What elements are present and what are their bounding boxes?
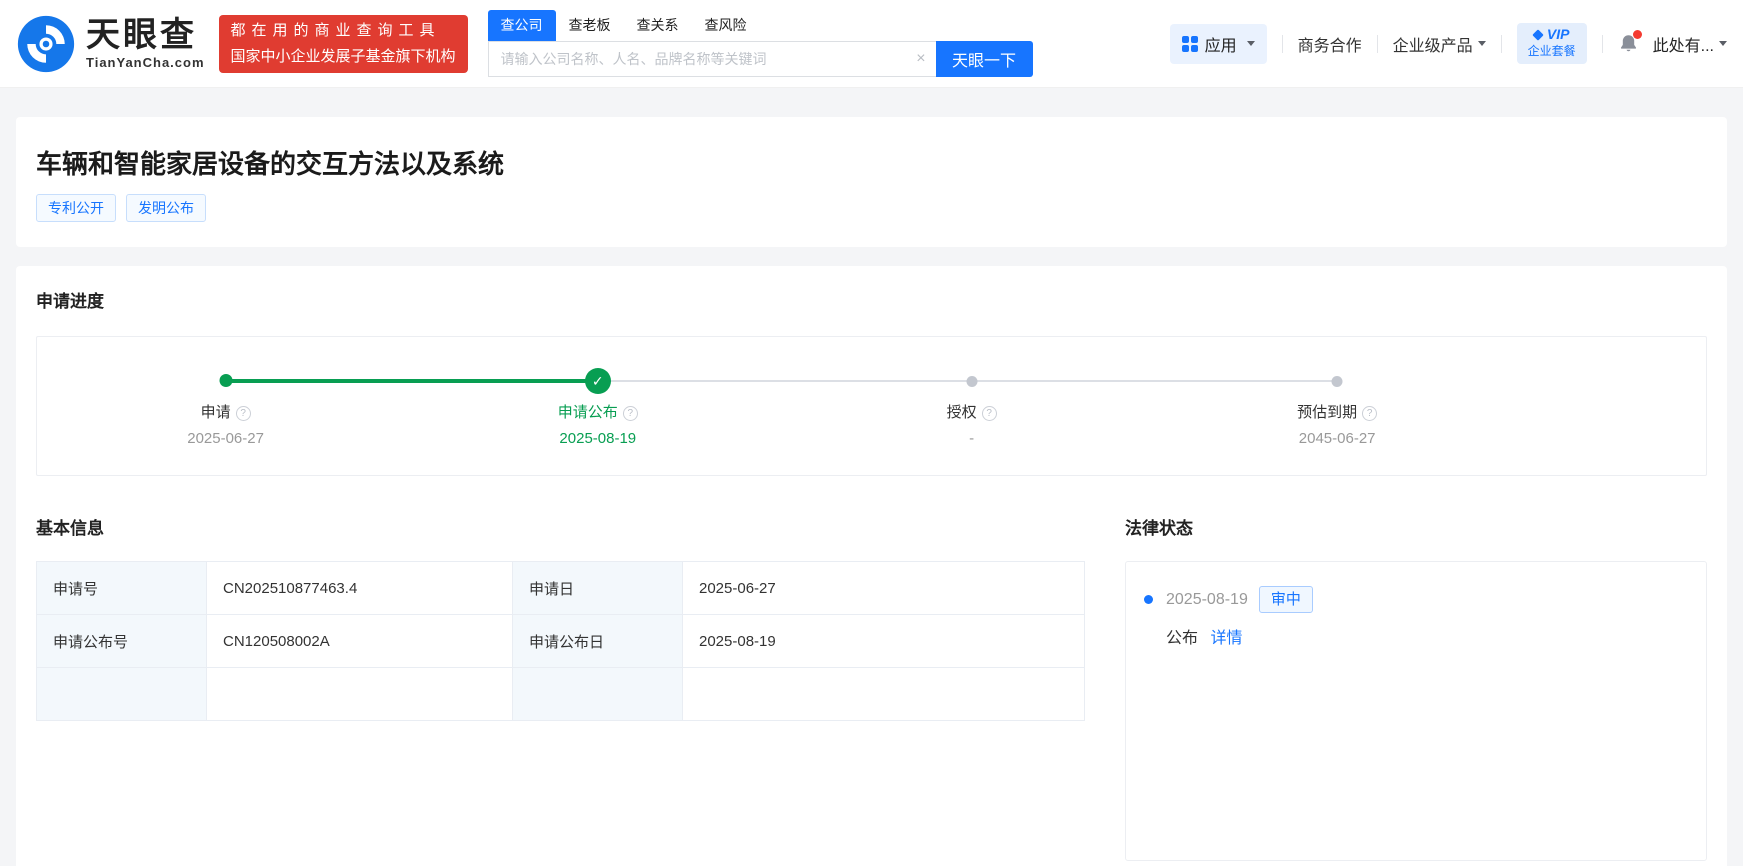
basic-info-heading: 基本信息 <box>36 519 1085 539</box>
milestone-label-expiry: 预估到期 ? <box>1297 403 1377 423</box>
notification-dot <box>1633 30 1642 39</box>
tag-patent-publication: 专利公开 <box>36 194 116 222</box>
search-block: 查公司 查老板 查关系 查风险 × 天眼一下 <box>488 10 1033 77</box>
promo-banner-line1: 都在用的商业查询工具 <box>231 18 456 44</box>
timeline-bullet-icon <box>1144 595 1153 604</box>
apps-menu-label: 应用 <box>1205 32 1237 56</box>
vip-package-label: 企业套餐 <box>1528 44 1576 58</box>
cell-publication-date-value: 2025-08-19 <box>683 615 1085 668</box>
chevron-down-icon <box>1719 41 1727 46</box>
milestone-label-filed: 申请 ? <box>201 403 251 423</box>
nav-business-cooperation[interactable]: 商务合作 <box>1298 32 1362 56</box>
cell-application-date-value: 2025-06-27 <box>683 562 1085 615</box>
user-name: 此处有... <box>1653 32 1714 56</box>
search-tabs: 查公司 查老板 查关系 查风险 <box>488 10 1033 41</box>
status-badge: 审中 <box>1259 586 1313 613</box>
cell-application-number-value: CN202510877463.4 <box>207 562 513 615</box>
patent-title-card: 车辆和智能家居设备的交互方法以及系统 专利公开 发明公布 <box>16 117 1727 247</box>
tianyancha-logo[interactable]: 天眼查 TianYanCha.com <box>16 14 205 74</box>
user-menu[interactable]: 此处有... <box>1653 32 1727 56</box>
vip-diamond-icon <box>1532 29 1543 40</box>
table-row: 申请公布号 CN120508002A 申请公布日 2025-08-19 <box>37 615 1085 668</box>
table-row: 申请号 CN202510877463.4 申请日 2025-06-27 <box>37 562 1085 615</box>
legal-status-item: 2025-08-19 审中 <box>1144 586 1688 613</box>
nav-divider <box>1501 35 1502 53</box>
nav-enterprise-products[interactable]: 企业级产品 <box>1393 32 1486 56</box>
cell-application-number-label: 申请号 <box>37 562 207 615</box>
cell-publication-number-label: 申请公布号 <box>37 615 207 668</box>
tag-invention-publication: 发明公布 <box>126 194 206 222</box>
milestone-date-published: 2025-08-19 <box>559 430 636 447</box>
header: 天眼查 TianYanCha.com 都在用的商业查询工具 国家中小企业发展子基… <box>0 0 1743 88</box>
brand-name-en: TianYanCha.com <box>86 55 205 70</box>
tab-search-boss[interactable]: 查老板 <box>556 10 624 41</box>
help-icon[interactable]: ? <box>236 406 251 421</box>
chevron-down-icon <box>1247 41 1255 46</box>
legal-status-heading: 法律状态 <box>1125 519 1707 539</box>
nav-divider <box>1377 35 1378 53</box>
tianyancha-logo-icon <box>16 14 76 74</box>
vip-package-button[interactable]: VIP 企业套餐 <box>1517 23 1587 64</box>
tab-search-relation[interactable]: 查关系 <box>624 10 692 41</box>
progress-section-heading: 申请进度 <box>36 292 1707 312</box>
table-row <box>37 668 1085 721</box>
notification-bell-button[interactable] <box>1618 33 1639 54</box>
cell-publication-number-value: CN120508002A <box>207 615 513 668</box>
chevron-down-icon <box>1478 41 1486 46</box>
basic-info-table: 申请号 CN202510877463.4 申请日 2025-06-27 申请公布… <box>36 561 1085 721</box>
milestone-check-icon: ✓ <box>585 368 611 394</box>
milestone-date-expiry: 2045-06-27 <box>1299 430 1376 447</box>
help-icon[interactable]: ? <box>982 406 997 421</box>
patent-title: 车辆和智能家居设备的交互方法以及系统 <box>36 148 1707 180</box>
nav-divider <box>1282 35 1283 53</box>
milestone-label-granted: 授权 ? <box>947 403 997 423</box>
basic-info-section: 基本信息 申请号 CN202510877463.4 申请日 2025-06-27… <box>36 519 1085 861</box>
milestone-dot-filed <box>219 374 232 387</box>
patent-detail-card: 申请进度 ✓ 申请 ? 申请公布 ? 授权 ? 预估到期 ? 2025-06-2… <box>16 266 1727 866</box>
milestone-dot-granted <box>966 376 977 387</box>
milestone-date-filed: 2025-06-27 <box>187 430 264 447</box>
apps-menu-button[interactable]: 应用 <box>1170 24 1267 64</box>
promo-banner-line2: 国家中小企业发展子基金旗下机构 <box>231 44 456 70</box>
legal-status-card: 2025-08-19 审中 公布 详情 <box>1125 561 1707 861</box>
milestone-label-published: 申请公布 ? <box>558 403 638 423</box>
help-icon[interactable]: ? <box>1362 406 1377 421</box>
detail-link[interactable]: 详情 <box>1210 630 1242 647</box>
legal-status-section: 法律状态 2025-08-19 审中 公布 详情 <box>1125 519 1707 861</box>
search-button[interactable]: 天眼一下 <box>936 41 1033 77</box>
help-icon[interactable]: ? <box>623 406 638 421</box>
milestone-dot-expiry <box>1332 376 1343 387</box>
apps-grid-icon <box>1182 36 1198 52</box>
tab-search-risk[interactable]: 查风险 <box>692 10 760 41</box>
promo-banner: 都在用的商业查询工具 国家中小企业发展子基金旗下机构 <box>219 15 468 73</box>
timeline-progress-bar <box>226 379 598 383</box>
tab-search-company[interactable]: 查公司 <box>488 10 556 41</box>
search-input[interactable] <box>489 51 936 67</box>
legal-status-date: 2025-08-19 <box>1166 591 1248 609</box>
nav-enterprise-label: 企业级产品 <box>1393 32 1473 56</box>
milestone-date-granted: - <box>969 430 974 447</box>
cell-application-date-label: 申请日 <box>513 562 683 615</box>
patent-tags: 专利公开 发明公布 <box>36 194 1707 222</box>
legal-status-action: 公布 <box>1166 630 1198 647</box>
application-progress-timeline: ✓ 申请 ? 申请公布 ? 授权 ? 预估到期 ? 2025-06-27 202… <box>36 336 1707 476</box>
vip-label: VIP <box>1547 27 1570 42</box>
brand-name-cn: 天眼查 <box>86 17 205 53</box>
nav-divider <box>1602 35 1603 53</box>
header-nav: 应用 商务合作 企业级产品 VIP 企业套餐 此处有... <box>1170 23 1727 64</box>
cell-publication-date-label: 申请公布日 <box>513 615 683 668</box>
clear-search-icon[interactable]: × <box>916 51 925 67</box>
